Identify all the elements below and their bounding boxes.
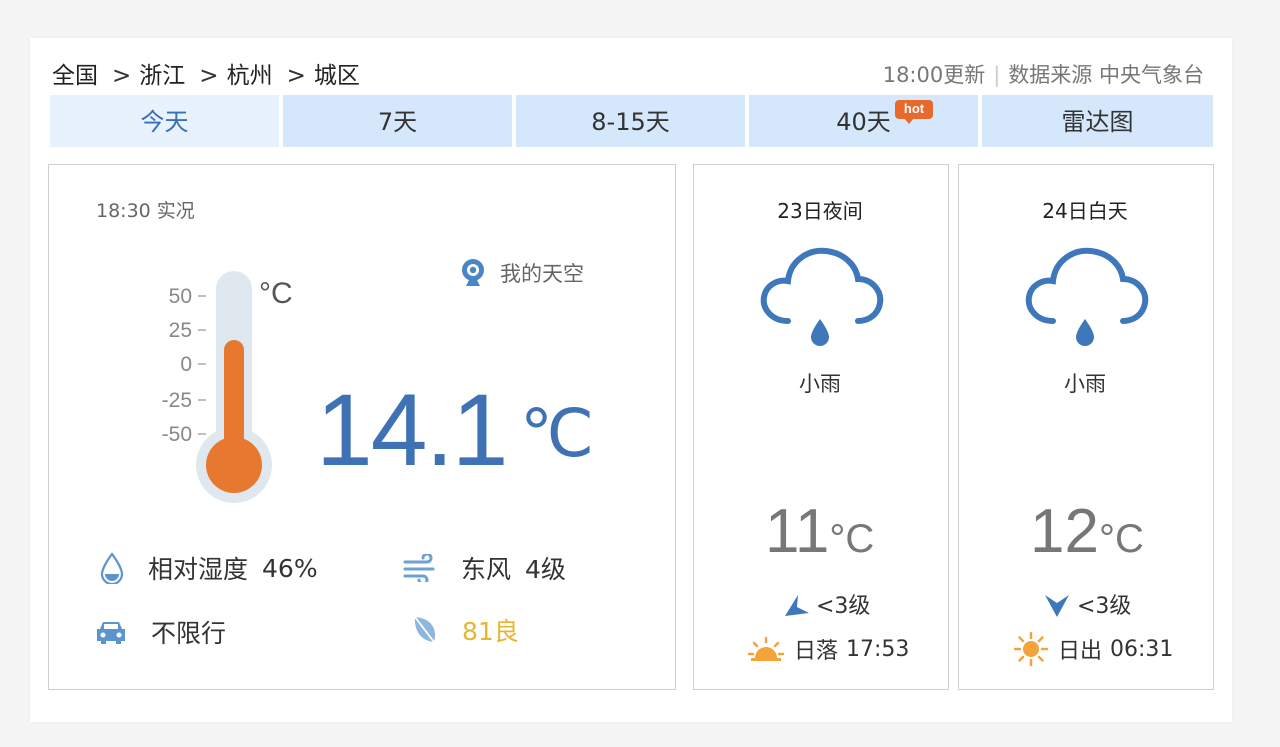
thermometer-scale-label: -25 [162,389,192,412]
breadcrumb-separator: > [286,63,306,89]
current-temperature-unit: ℃ [520,396,595,470]
my-sky-label: 我的天空 [500,262,584,286]
tab-label: 8-15天 [591,108,670,136]
breadcrumb-item-country[interactable]: 全国 [52,63,98,89]
update-time: 18:00更新 [882,63,986,87]
tab-label: 7天 [377,108,418,136]
wind-level: 4级 [525,555,566,584]
forecast-wind: <3级 [1043,588,1131,620]
update-info: 18:00更新 | 数据来源 中央气象台 [883,59,1204,89]
camera-icon [462,259,484,286]
thermometer-scale-label: 0 [180,353,192,376]
sunset-label: 日落 [794,639,839,664]
thermometer-icon: 50 25 0 -25 -50 °C [162,271,293,503]
forecast-temperature-unit: °C [829,517,875,561]
forecast-wind-level: <3级 [1077,594,1132,619]
tab-8-15-days[interactable]: 8-15天 [516,95,745,147]
humidity-label: 相对湿度 [148,555,249,584]
traffic-restriction-info: 不限行 [95,614,226,650]
forecast-condition: 小雨 [799,372,841,396]
sunrise-info: 日出 06:31 [1014,632,1173,666]
current-temperature: 14.1 [316,373,509,487]
sunset-icon [748,636,784,661]
forecast-title: 23日夜间 [777,199,863,223]
tab-40-days[interactable]: 40天 hot [749,95,978,147]
wind-direction-arrow-icon [785,595,809,616]
light-rain-icon [760,247,884,346]
thermometer-scale-label: 25 [169,319,192,342]
tab-today[interactable]: 今天 [50,95,279,147]
air-quality-value: 81良 [462,617,519,646]
wind-icon [403,554,435,582]
forecast-tabs: 今天 7天 8-15天 40天 hot 雷达图 [50,95,1213,147]
air-quality-info[interactable]: 81良 [412,612,519,648]
forecast-wind-level: <3级 [816,594,871,619]
tab-7-days[interactable]: 7天 [283,95,512,147]
sunrise-label: 日出 [1058,639,1103,664]
forecast-temperature-value: 11 [765,497,830,566]
sunset-info: 日落 17:53 [748,633,909,665]
breadcrumb-separator: > [199,63,219,89]
forecast-temperature: 12°C [1030,496,1144,567]
sunset-time: 17:53 [846,636,910,662]
forecast-condition: 小雨 [1064,372,1106,396]
tab-label: 雷达图 [1061,108,1134,136]
thermometer-scale-label: 50 [169,285,192,308]
humidity-value: 46% [262,553,318,583]
breadcrumb-item-province[interactable]: 浙江 [139,63,185,89]
light-rain-icon [1025,247,1149,346]
tab-label: 40天 [836,108,891,136]
forecast-temperature-value: 12 [1030,497,1099,566]
my-sky-link[interactable]: 我的天空 [460,258,584,288]
humidity-info: 相对湿度 46% [100,550,318,586]
divider: | [993,63,1001,87]
breadcrumb-separator: > [112,63,132,89]
wind-direction-arrow-icon [1045,595,1069,617]
forecast-temperature: 11°C [765,496,874,567]
traffic-status: 不限行 [151,619,227,648]
leaf-icon [414,616,436,643]
breadcrumb-item-district: 城区 [313,63,360,89]
sunrise-time: 06:31 [1110,636,1174,662]
forecast-temperature-unit: °C [1098,517,1144,561]
wind-direction: 东风 [461,555,512,584]
data-source: 数据来源 中央气象台 [1008,63,1204,87]
sunrise-icon [1014,632,1048,666]
breadcrumb: 全国 > 浙江 > 杭州 > 城区 [52,56,366,90]
forecast-title: 24日白天 [1042,199,1128,223]
observation-time: 18:30 实况 [96,200,195,222]
thermometer-unit: °C [259,277,293,310]
breadcrumb-item-city[interactable]: 杭州 [227,63,273,89]
tab-label: 今天 [140,108,189,136]
thermometer-scale-label: -50 [162,423,192,446]
tab-radar[interactable]: 雷达图 [982,95,1213,147]
forecast-wind: <3级 [782,588,870,620]
wind-info: 东风 4级 [403,550,566,586]
water-drop-icon [100,552,124,584]
car-icon [97,622,125,644]
hot-badge: hot [895,100,933,124]
